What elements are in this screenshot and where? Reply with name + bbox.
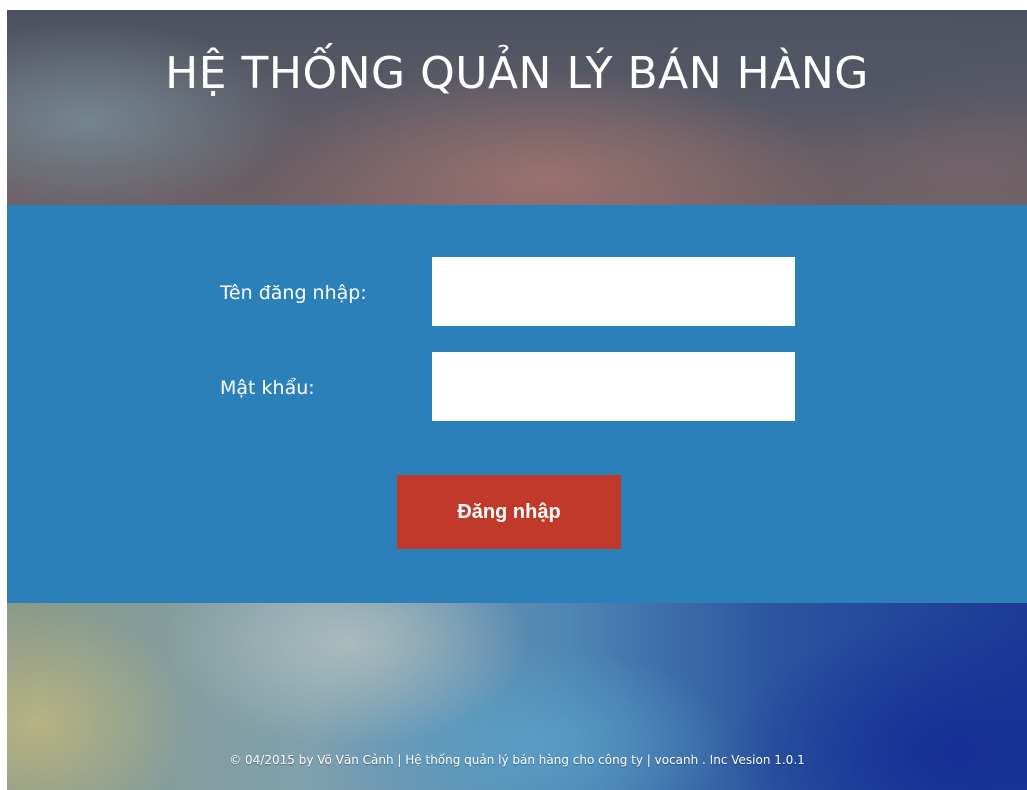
password-label: Mật khẩu: bbox=[220, 377, 315, 399]
copyright-text: © 04/2015 by Võ Văn Cảnh | Hệ thống quản… bbox=[229, 753, 805, 767]
username-input[interactable] bbox=[432, 257, 795, 326]
footer-banner: © 04/2015 by Võ Văn Cảnh | Hệ thống quản… bbox=[7, 603, 1027, 790]
password-input[interactable] bbox=[432, 352, 795, 421]
username-label: Tên đăng nhập: bbox=[220, 282, 367, 304]
login-panel: Tên đăng nhập: Mật khẩu: Đăng nhập bbox=[7, 205, 1027, 603]
page-title: HỆ THỐNG QUẢN LÝ BÁN HÀNG bbox=[165, 48, 869, 99]
login-page: HỆ THỐNG QUẢN LÝ BÁN HÀNG Tên đăng nhập:… bbox=[7, 10, 1027, 790]
login-button[interactable]: Đăng nhập bbox=[397, 475, 621, 549]
header-banner: HỆ THỐNG QUẢN LÝ BÁN HÀNG bbox=[7, 10, 1027, 205]
